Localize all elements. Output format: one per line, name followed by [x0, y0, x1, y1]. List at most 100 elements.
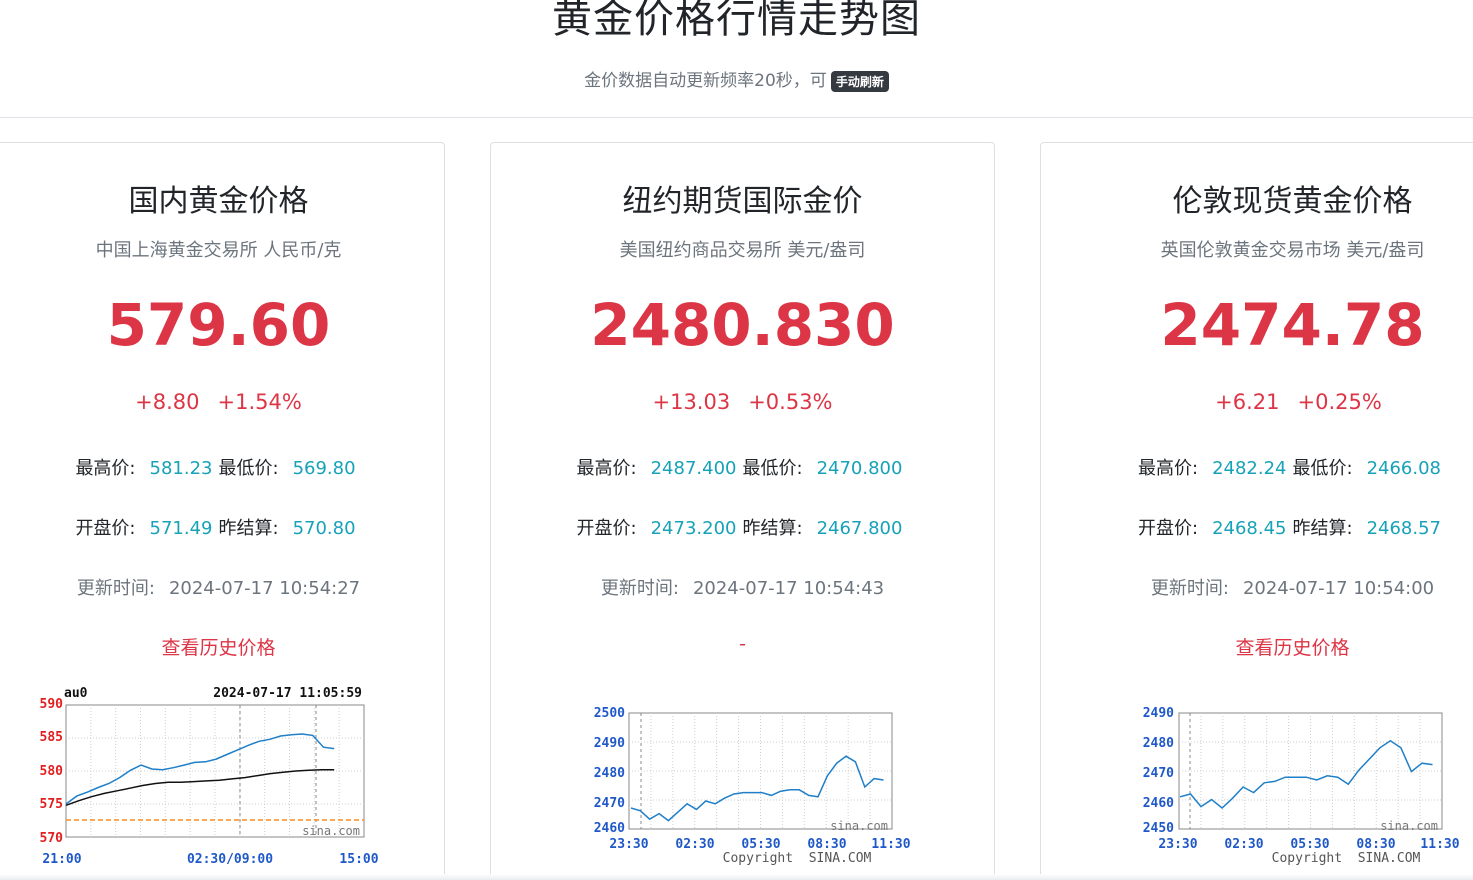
price-change: +6.21 +0.25% — [1041, 390, 1473, 414]
sh-y-tick: 590 — [40, 697, 64, 712]
current-price: 2480.830 — [590, 291, 895, 359]
update-time-row: 更新时间: 2024-07-17 10:54:27 — [0, 574, 444, 600]
open-value: 2468.45 — [1212, 518, 1287, 539]
ldn-x-tick: 05:30 — [1290, 837, 1329, 852]
high-label: 最高价: — [576, 458, 637, 479]
ny-y-tick: 2460 — [594, 821, 625, 836]
high-value: 2482.24 — [1212, 458, 1287, 479]
high-value: 2487.400 — [650, 458, 737, 479]
sh-y-tick: 575 — [40, 797, 63, 812]
low-label: 最低价: — [742, 458, 803, 479]
card-title: 伦敦现货黄金价格 — [1172, 184, 1413, 219]
open-label: 开盘价: — [576, 518, 637, 539]
open-label: 开盘价: — [1137, 518, 1199, 539]
card-title: 纽约期货国际金价 — [622, 184, 863, 219]
high-low-row: 最高价: 2487.400 最低价: 2470.800 — [491, 454, 994, 480]
update-time-value: 2024-07-17 10:54:00 — [1242, 578, 1435, 599]
card-subtitle: 英国伦敦黄金交易市场 美元/盎司 — [1160, 240, 1425, 261]
ldn-x-tick: 11:30 — [1420, 837, 1459, 852]
ny-y-tick: 2470 — [594, 796, 625, 811]
ldn-x-tick: 23:30 — [1158, 837, 1197, 852]
sh-symbol: au0 — [64, 686, 88, 701]
change-amount: +8.80 — [135, 390, 200, 414]
sh-y-tick: 570 — [40, 831, 64, 846]
change-percent: +0.25% — [1297, 390, 1382, 414]
open-value: 571.49 — [149, 518, 213, 539]
current-price: 2474.78 — [1160, 291, 1425, 359]
update-time-label: 更新时间: — [600, 578, 679, 599]
ldn-y-tick: 2450 — [1143, 821, 1174, 836]
view-history-link[interactable]: 查看历史价格 — [0, 633, 444, 660]
ldn-watermark: sina.com — [1380, 819, 1438, 833]
low-value: 2466.08 — [1366, 458, 1442, 479]
update-time-value: 2024-07-17 10:54:27 — [168, 578, 361, 599]
open-settle-row: 开盘价: 2473.200 昨结算: 2467.800 — [491, 514, 994, 540]
high-label: 最高价: — [75, 458, 136, 479]
prev-settle-label: 昨结算: — [218, 518, 279, 539]
update-time-row: 更新时间: 2024-07-17 10:54:00 — [1041, 574, 1473, 600]
update-frequency-text: 金价数据自动更新频率20秒，可 — [584, 71, 827, 91]
low-label: 最低价: — [218, 458, 279, 479]
update-time-value: 2024-07-17 10:54:43 — [692, 578, 885, 599]
ny-watermark: sina.com — [830, 819, 888, 833]
london-gold-chart[interactable]: 2490 2480 2470 2460 2450 23:30 02:30 05:… — [1134, 703, 1464, 871]
sh-gold-chart[interactable]: au0 2024-07-17 11:05:59 590 585 580 575 … — [30, 683, 390, 875]
open-label: 开盘价: — [75, 518, 136, 539]
update-time-label: 更新时间: — [76, 578, 155, 599]
card-title: 国内黄金价格 — [128, 184, 309, 219]
view-history-link[interactable]: - — [491, 633, 994, 655]
price-change: +13.03 +0.53% — [491, 390, 994, 414]
price-change: +8.80 +1.54% — [0, 390, 444, 414]
sh-y-tick: 580 — [40, 764, 64, 779]
update-time-row: 更新时间: 2024-07-17 10:54:43 — [491, 574, 994, 600]
manual-refresh-button[interactable]: 手动刷新 — [830, 70, 889, 92]
ny-x-tick: 05:30 — [741, 837, 780, 852]
high-value: 581.23 — [149, 458, 213, 479]
high-low-row: 最高价: 581.23 最低价: 569.80 — [0, 454, 444, 480]
sh-x-tick: 02:30/09:00 — [187, 852, 273, 867]
change-percent: +0.53% — [748, 390, 833, 414]
low-value: 2470.800 — [816, 458, 903, 479]
ny-x-tick: 11:30 — [871, 837, 910, 852]
ldn-x-tick: 02:30 — [1224, 837, 1263, 852]
view-history-link[interactable]: 查看历史价格 — [1041, 633, 1473, 660]
ldn-copyright: Copyright SINA.COM — [1272, 851, 1421, 866]
low-label: 最低价: — [1292, 458, 1353, 479]
high-label: 最高价: — [1137, 458, 1199, 479]
ldn-y-tick: 2490 — [1143, 706, 1174, 721]
header-divider — [0, 117, 1473, 118]
ny-gold-chart[interactable]: 2500 2490 2480 2470 2460 23:30 02:30 05:… — [585, 703, 915, 871]
sh-y-tick: 585 — [40, 730, 63, 745]
page-bottom-edge — [0, 874, 1473, 880]
prev-settle-value: 2468.57 — [1366, 518, 1442, 539]
open-value: 2473.200 — [650, 518, 737, 539]
ldn-x-tick: 08:30 — [1356, 837, 1395, 852]
prev-settle-value: 570.80 — [292, 518, 356, 539]
prev-settle-label: 昨结算: — [1292, 518, 1353, 539]
ny-x-tick: 02:30 — [675, 837, 714, 852]
card-subtitle: 美国纽约商品交易所 美元/盎司 — [619, 240, 866, 261]
prev-settle-value: 2467.800 — [816, 518, 903, 539]
update-frequency-note: 金价数据自动更新频率20秒，可 手动刷新 — [0, 66, 1473, 92]
ny-y-tick: 2480 — [594, 766, 625, 781]
ldn-y-tick: 2480 — [1143, 736, 1174, 751]
change-amount: +6.21 — [1215, 390, 1280, 414]
high-low-row: 最高价: 2482.24 最低价: 2466.08 — [1041, 454, 1473, 480]
change-percent: +1.54% — [217, 390, 302, 414]
ny-y-tick: 2500 — [594, 706, 625, 721]
ny-x-tick: 23:30 — [609, 837, 648, 852]
sh-watermark: sina.com — [302, 824, 360, 838]
low-value: 569.80 — [292, 458, 356, 479]
ny-x-tick: 08:30 — [807, 837, 846, 852]
ldn-y-tick: 2470 — [1143, 766, 1174, 781]
ny-copyright: Copyright SINA.COM — [723, 851, 872, 866]
page-title: 黄金价格行情走势图 — [552, 0, 921, 42]
card-subtitle: 中国上海黄金交易所 人民币/克 — [95, 240, 342, 261]
update-time-label: 更新时间: — [1150, 578, 1229, 599]
ny-y-tick: 2490 — [594, 736, 625, 751]
prev-settle-label: 昨结算: — [742, 518, 803, 539]
sh-timestamp: 2024-07-17 11:05:59 — [213, 686, 362, 701]
open-settle-row: 开盘价: 2468.45 昨结算: 2468.57 — [1041, 514, 1473, 540]
current-price: 579.60 — [106, 291, 331, 359]
ldn-y-tick: 2460 — [1143, 796, 1174, 811]
